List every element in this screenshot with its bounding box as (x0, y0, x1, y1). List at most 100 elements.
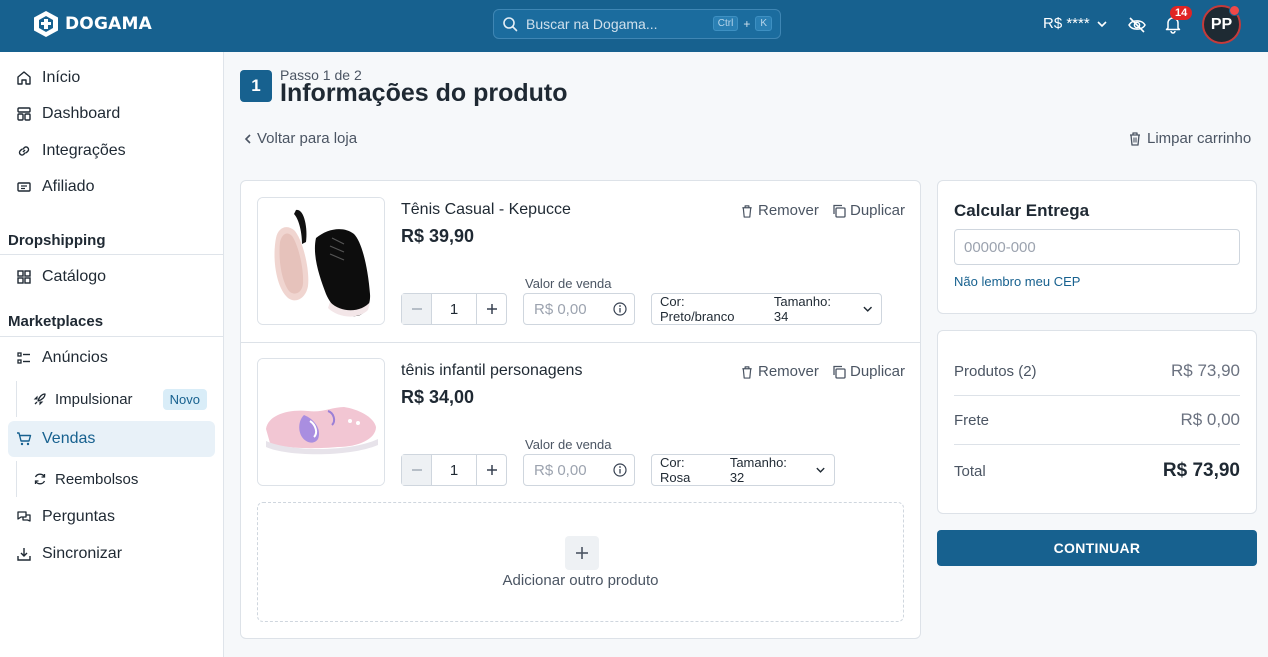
sidebar-item-reembolsos[interactable]: Reembolsos (16, 461, 215, 497)
search-shortcut: Ctrl + K (712, 16, 772, 31)
sidebar-item-label: Vendas (42, 430, 96, 447)
variant-color: Cor: Preto/branco (660, 294, 735, 324)
sale-value-input[interactable]: R$ 0,00 (523, 293, 635, 325)
remove-button[interactable]: Remover (740, 363, 819, 380)
variant-size: Tamanho: 32 (729, 455, 787, 485)
variant-select[interactable]: Cor: Preto/branco Tamanho: 34 (651, 293, 882, 325)
chevron-down-icon (1097, 20, 1107, 27)
product-image-sneaker-pink[interactable] (257, 358, 385, 486)
logo[interactable]: DOGAMA (33, 10, 152, 38)
sidebar-item-inicio[interactable]: Início (8, 60, 215, 96)
summary-shipping-label: Frete (954, 411, 990, 429)
summary-total-label: Total (954, 462, 986, 480)
product-name: tênis infantil personagens (401, 362, 583, 379)
product-name: Tênis Casual - Kepucce (401, 201, 571, 218)
increase-quantity-button[interactable] (477, 455, 506, 485)
variant-color: Cor: Rosa (660, 455, 691, 485)
download-icon (17, 548, 31, 561)
divider (241, 342, 920, 343)
plus-icon (486, 465, 497, 475)
variant-size: Tamanho: 34 (773, 294, 831, 324)
duplicate-button[interactable]: Duplicar (832, 202, 905, 219)
notifications-badge: 14 (1170, 6, 1193, 20)
duplicate-label: Duplicar (850, 202, 906, 219)
divider (0, 336, 223, 337)
divider (954, 444, 1240, 445)
summary-products-row: Produtos (2) R$ 73,90 (954, 361, 1240, 381)
continue-button[interactable]: CONTINUAR (937, 530, 1257, 566)
remove-button[interactable]: Remover (740, 202, 819, 219)
sidebar-item-label: Início (42, 69, 81, 86)
divider (954, 395, 1240, 396)
sale-value-input[interactable]: R$ 0,00 (523, 454, 635, 486)
duplicate-button[interactable]: Duplicar (832, 363, 905, 380)
info-icon[interactable] (613, 302, 627, 316)
rocket-icon (33, 393, 46, 406)
sidebar-item-label: Perguntas (42, 508, 115, 525)
back-to-store-link[interactable]: Voltar para loja (243, 130, 357, 147)
eye-off-icon (1128, 17, 1146, 33)
page-title: Informações do produto (280, 79, 568, 107)
forgot-cep-link[interactable]: Não lembro meu CEP (954, 274, 1080, 289)
cart-panel: Tênis Casual - Kepucce R$ 39,90 Remover … (240, 180, 921, 639)
avatar-status-dot (1229, 5, 1240, 16)
sidebar-item-label: Dashboard (42, 105, 121, 122)
search-icon (503, 17, 518, 32)
logo-text: DOGAMA (65, 14, 152, 34)
minus-icon (411, 308, 422, 310)
refresh-icon (34, 473, 46, 485)
balance-value: R$ **** (1043, 15, 1090, 32)
sneaker-image (258, 198, 384, 324)
summary-total-value: R$ 73,90 (1162, 460, 1240, 481)
sidebar-item-impulsionar[interactable]: Impulsionar Novo (16, 381, 215, 417)
cart-icon (17, 432, 32, 446)
hide-balance-button[interactable] (1126, 14, 1148, 36)
product-image-sneaker-black[interactable] (257, 197, 385, 325)
top-bar: DOGAMA Ctrl + K R$ **** 14 PP (0, 0, 1268, 52)
sidebar-item-perguntas[interactable]: Perguntas (8, 499, 215, 535)
sidebar-item-label: Catálogo (42, 268, 107, 285)
plus-icon (576, 547, 588, 559)
sidebar-item-anuncios[interactable]: Anúncios (8, 340, 215, 376)
quantity-value[interactable]: 1 (431, 294, 477, 324)
sidebar-item-dashboard[interactable]: Dashboard (8, 96, 215, 132)
divider (0, 254, 223, 255)
chevron-down-icon (816, 467, 825, 473)
sale-value-label: Valor de venda (525, 437, 612, 452)
remove-label: Remover (758, 363, 819, 380)
sidebar-item-label: Sincronizar (42, 545, 123, 562)
sidebar-item-vendas[interactable]: Vendas (8, 421, 215, 457)
order-summary-card: Produtos (2) R$ 73,90 Frete R$ 0,00 Tota… (937, 330, 1257, 514)
clear-cart-label: Limpar carrinho (1147, 130, 1252, 147)
decrease-quantity-button[interactable] (402, 294, 431, 324)
duplicate-label: Duplicar (850, 363, 906, 380)
sidebar-item-integracoes[interactable]: Integrações (8, 133, 215, 169)
copy-icon (833, 365, 846, 379)
plus-icon (486, 304, 497, 314)
balance-dropdown[interactable]: R$ **** (1043, 15, 1108, 32)
add-product-button[interactable]: Adicionar outro produto (257, 502, 904, 622)
decrease-quantity-button[interactable] (402, 455, 431, 485)
cep-input[interactable] (954, 229, 1240, 265)
info-icon[interactable] (613, 463, 627, 477)
sidebar-item-label: Afiliado (42, 178, 95, 195)
sale-value-label: Valor de venda (525, 276, 612, 291)
sidebar-item-afiliado[interactable]: Afiliado (8, 169, 215, 205)
ticket-icon (17, 182, 31, 192)
add-product-label: Adicionar outro produto (502, 572, 659, 589)
clear-cart-link[interactable]: Limpar carrinho (1128, 130, 1251, 147)
quantity-value[interactable]: 1 (431, 455, 477, 485)
sidebar-item-label: Reembolsos (55, 470, 139, 488)
summary-total-row: Total R$ 73,90 (954, 460, 1240, 482)
search-input[interactable] (526, 16, 706, 32)
sidebar-item-sincronizar[interactable]: Sincronizar (8, 536, 215, 572)
trash-icon (1130, 132, 1140, 146)
variant-select[interactable]: Cor: Rosa Tamanho: 32 (651, 454, 835, 486)
sidebar-item-label: Integrações (42, 142, 126, 159)
search-bar[interactable]: Ctrl + K (493, 9, 781, 39)
chat-icon (17, 511, 31, 522)
increase-quantity-button[interactable] (477, 294, 506, 324)
section-dropshipping: Dropshipping (8, 232, 106, 249)
sidebar-item-catalogo[interactable]: Catálogo (8, 259, 215, 295)
remove-label: Remover (758, 202, 819, 219)
